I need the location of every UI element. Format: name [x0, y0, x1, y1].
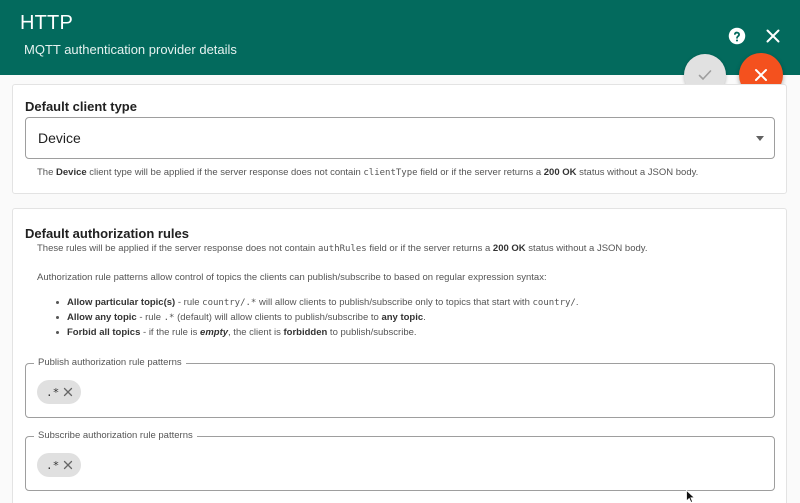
chip-label: .* [46, 458, 60, 472]
remove-chip-icon[interactable] [63, 460, 73, 470]
client-type-selected-value: Device [38, 130, 81, 146]
subscribe-rule-chip[interactable]: .* [37, 453, 81, 477]
publish-rules-label: Publish authorization rule patterns [34, 357, 186, 368]
patterns-intro: Authorization rule patterns allow contro… [37, 272, 547, 283]
close-icon [766, 29, 780, 43]
dialog-title: HTTP [20, 12, 74, 34]
client-type-select[interactable]: Device [25, 117, 775, 159]
mouse-pointer-icon [686, 490, 696, 503]
auth-rules-hint: These rules will be applied if the serve… [37, 243, 648, 254]
subscribe-rules-label: Subscribe authorization rule patterns [34, 430, 197, 441]
check-icon [698, 70, 712, 81]
rule-examples-list: Allow particular topic(s) - rule country… [56, 295, 579, 340]
remove-chip-icon[interactable] [63, 387, 73, 397]
publish-rules-field[interactable]: Publish authorization rule patterns .* [25, 357, 775, 418]
chip-label: .* [46, 385, 60, 399]
client-type-title: Default client type [25, 99, 137, 114]
dropdown-arrow-icon [756, 136, 764, 141]
help-circle-icon [728, 27, 746, 45]
dialog-header: HTTP MQTT authentication provider detail… [0, 0, 800, 75]
close-icon [755, 69, 767, 81]
subscribe-rules-field[interactable]: Subscribe authorization rule patterns .* [25, 430, 775, 491]
help-button[interactable] [726, 25, 748, 47]
auth-rules-title: Default authorization rules [25, 226, 189, 241]
client-type-hint: The Device client type will be applied i… [37, 167, 699, 178]
client-type-card: Default client type Device The Device cl… [12, 84, 787, 194]
list-item: Forbid all topics - if the rule is empty… [56, 325, 579, 340]
auth-rules-card: Default authorization rules These rules … [12, 208, 787, 503]
list-item: Allow particular topic(s) - rule country… [56, 297, 579, 308]
close-button[interactable] [762, 25, 784, 47]
list-item: Allow any topic - rule .* (default) will… [56, 310, 579, 325]
publish-rule-chip[interactable]: .* [37, 380, 81, 404]
dialog-subtitle: MQTT authentication provider details [24, 42, 237, 57]
